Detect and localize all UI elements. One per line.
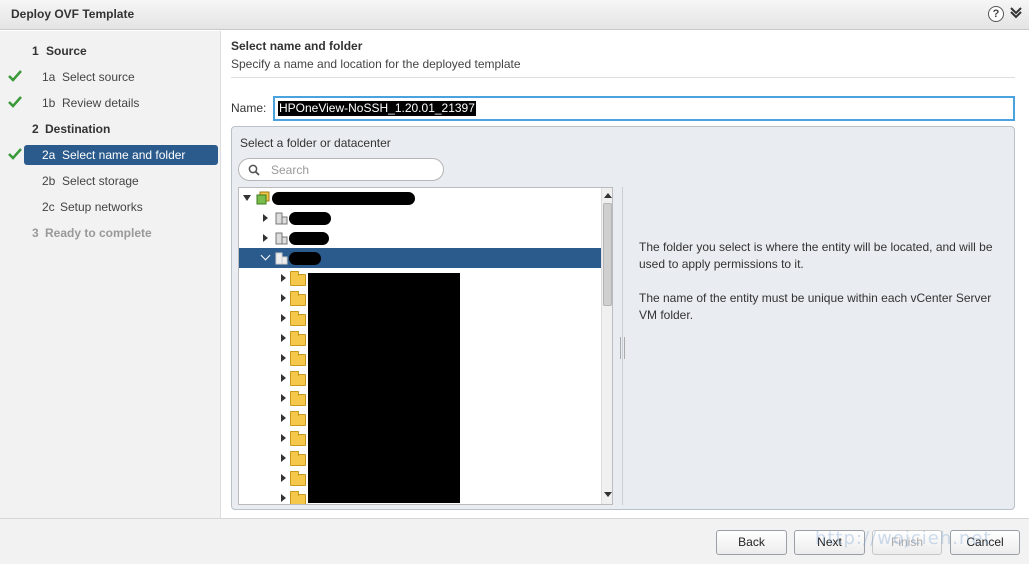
expand-arrow-icon[interactable] — [281, 274, 286, 282]
step-select-source[interactable]: 1a Select source — [0, 67, 221, 87]
step-label: Select storage — [62, 174, 139, 188]
checkmark-icon — [8, 96, 22, 108]
step-number: 2b — [42, 174, 56, 188]
step-ready-to-complete: 3 Ready to complete — [0, 223, 221, 243]
expand-arrow-icon[interactable] — [281, 294, 286, 302]
step-number: 2a — [42, 148, 56, 162]
folder-icon — [290, 351, 306, 366]
help-paragraph: The name of the entity must be unique wi… — [639, 291, 992, 322]
search-placeholder: Search — [271, 163, 310, 177]
expand-arrow-icon[interactable] — [281, 434, 286, 442]
dialog-titlebar: Deploy OVF Template ? — [0, 0, 1029, 30]
step-select-name-and-folder[interactable]: 2a Select name and folder — [0, 145, 221, 165]
expand-arrow-icon[interactable] — [281, 314, 286, 322]
redacted-folder-names — [308, 273, 460, 503]
scrollbar-thumb[interactable] — [603, 203, 612, 306]
expand-arrow-icon[interactable] — [281, 454, 286, 462]
step-label: Destination — [45, 122, 111, 136]
step-review-details[interactable]: 1b Review details — [0, 93, 221, 113]
name-label: Name: — [231, 101, 267, 115]
datacenter-icon — [275, 232, 288, 245]
folder-icon — [290, 311, 306, 326]
step-label: Source — [46, 44, 87, 58]
folder-icon — [290, 371, 306, 386]
help-icon[interactable]: ? — [988, 6, 1004, 22]
redacted-name — [289, 232, 329, 245]
step-number: 1b — [42, 96, 56, 110]
scroll-down-arrow-icon[interactable] — [604, 492, 612, 497]
folder-icon — [290, 471, 306, 486]
collapse-arrow-icon[interactable] — [243, 195, 251, 201]
datacenter-icon — [275, 252, 288, 265]
expand-arrow-icon[interactable] — [281, 394, 286, 402]
redacted-name — [272, 192, 415, 205]
step-number: 1 — [32, 44, 39, 58]
name-input-value[interactable]: HPOneView-NoSSH_1.20.01_21397 — [278, 101, 476, 116]
tree-row-vcenter[interactable] — [239, 188, 601, 208]
folder-icon — [290, 491, 306, 504]
divider — [231, 77, 1015, 78]
expand-arrow-icon[interactable] — [281, 334, 286, 342]
folder-help-text: The folder you select is where the entit… — [639, 239, 1009, 341]
redacted-name — [289, 252, 321, 265]
folder-icon — [290, 391, 306, 406]
step-number: 1a — [42, 70, 56, 84]
splitter-handle[interactable] — [620, 337, 625, 359]
expand-icon[interactable] — [1008, 6, 1024, 22]
step-destination: 2 Destination — [0, 119, 221, 139]
step-number: 2 — [32, 122, 39, 136]
tree-scrollbar[interactable] — [601, 188, 612, 504]
folder-icon — [290, 431, 306, 446]
step-number: 3 — [32, 226, 39, 240]
folder-panel-label: Select a folder or datacenter — [240, 136, 391, 150]
page-title: Select name and folder — [231, 39, 363, 53]
folder-icon — [290, 451, 306, 466]
step-source: 1 Source — [0, 41, 221, 61]
help-paragraph: The folder you select is where the entit… — [639, 240, 993, 271]
collapse-arrow-icon[interactable] — [260, 250, 271, 261]
checkmark-icon — [8, 148, 22, 160]
step-label: Setup networks — [60, 200, 143, 214]
main-content: Select name and folder Specify a name an… — [221, 31, 1029, 518]
tree-row-datacenter[interactable] — [239, 228, 601, 248]
expand-arrow-icon[interactable] — [281, 494, 286, 502]
tree-row-datacenter-selected[interactable] — [239, 248, 601, 268]
page-subtitle: Specify a name and location for the depl… — [231, 57, 521, 71]
vcenter-icon — [256, 191, 270, 205]
datacenter-icon — [275, 212, 288, 225]
search-input[interactable]: Search — [238, 158, 444, 181]
expand-arrow-icon[interactable] — [281, 414, 286, 422]
watermark: http://wojcieh.net — [815, 528, 992, 549]
expand-arrow-icon[interactable] — [263, 234, 268, 242]
step-label: Review details — [62, 96, 140, 110]
expand-arrow-icon[interactable] — [263, 214, 268, 222]
folder-tree[interactable] — [238, 187, 613, 505]
search-icon — [248, 164, 260, 176]
wizard-steps-sidebar: 1 Source 1a Select source 1b Review deta… — [0, 31, 221, 518]
folder-icon — [290, 331, 306, 346]
expand-arrow-icon[interactable] — [281, 474, 286, 482]
step-number: 2c — [42, 200, 55, 214]
folder-icon — [290, 271, 306, 286]
tree-row-datacenter[interactable] — [239, 208, 601, 228]
folder-selection-panel: Select a folder or datacenter Search The… — [231, 126, 1015, 510]
step-label: Ready to complete — [45, 226, 152, 240]
expand-arrow-icon[interactable] — [281, 374, 286, 382]
step-setup-networks[interactable]: 2c Setup networks — [0, 197, 221, 217]
dialog-title: Deploy OVF Template — [11, 7, 135, 21]
redacted-name — [289, 212, 331, 225]
step-label: Select name and folder — [62, 148, 186, 162]
back-button[interactable]: Back — [716, 530, 787, 555]
step-select-storage[interactable]: 2b Select storage — [0, 171, 221, 191]
folder-icon — [290, 291, 306, 306]
checkmark-icon — [8, 70, 22, 82]
step-label: Select source — [62, 70, 135, 84]
scroll-up-arrow-icon[interactable] — [604, 193, 612, 198]
folder-icon — [290, 411, 306, 426]
name-input[interactable]: HPOneView-NoSSH_1.20.01_21397 — [273, 96, 1015, 121]
expand-arrow-icon[interactable] — [281, 354, 286, 362]
